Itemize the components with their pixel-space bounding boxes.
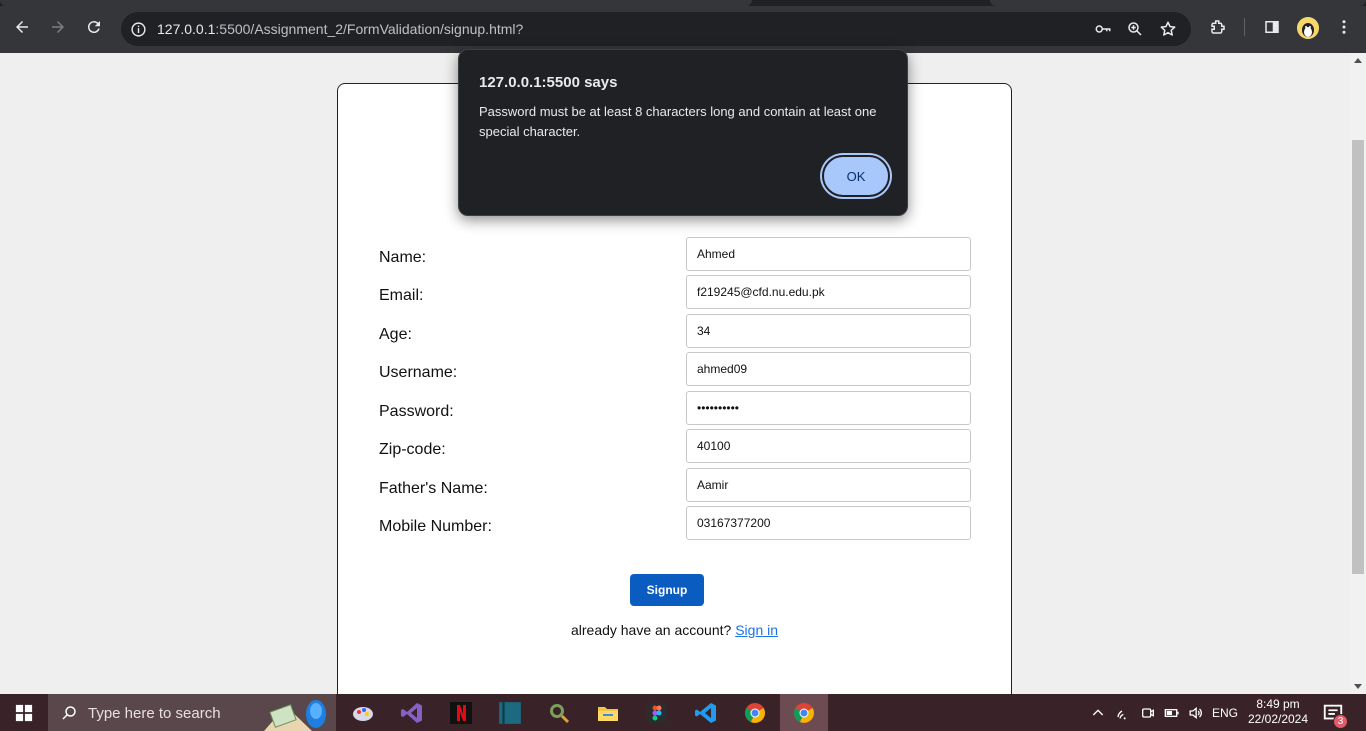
- windows-taskbar: Type here to search ENG 8:49 pm 22/02/20…: [0, 694, 1366, 731]
- url-host: 127.0.0.1: [157, 21, 216, 37]
- battery-tray[interactable]: [1163, 694, 1181, 731]
- tab-edge: [0, 0, 752, 6]
- taskbar-app-figma-icon[interactable]: [642, 698, 672, 728]
- form-row-mobile: Mobile Number:: [379, 506, 971, 540]
- system-tray: [1090, 694, 1106, 731]
- key-icon[interactable]: [1094, 20, 1112, 38]
- taskbar-clock[interactable]: 8:49 pm 22/02/2024: [1244, 697, 1312, 727]
- url-path: :5500/Assignment_2/FormValidation/signup…: [215, 21, 524, 37]
- side-panel-icon[interactable]: [1260, 15, 1284, 39]
- menu-icon[interactable]: [1332, 15, 1356, 39]
- clock-date: 22/02/2024: [1247, 712, 1309, 726]
- site-info-icon[interactable]: [129, 20, 147, 38]
- mobile-label: Mobile Number:: [379, 518, 492, 535]
- form-row-father-name: Father's Name:: [379, 468, 971, 502]
- language-tray[interactable]: ENG: [1212, 694, 1238, 731]
- alert-ok-button[interactable]: OK: [822, 155, 890, 197]
- password-label: Password:: [379, 403, 454, 420]
- search-placeholder: Type here to search: [88, 705, 221, 722]
- scroll-up-icon[interactable]: [1354, 58, 1362, 63]
- camera-icon: [1142, 707, 1154, 718]
- meet-now-tray[interactable]: [1140, 694, 1156, 731]
- forward-icon[interactable]: [46, 15, 70, 39]
- taskbar-app-paint-icon[interactable]: [348, 698, 378, 728]
- battery-icon: [1164, 708, 1179, 717]
- username-input[interactable]: [686, 352, 971, 386]
- reload-icon[interactable]: [82, 15, 106, 39]
- chevron-up-icon[interactable]: [1090, 705, 1106, 721]
- language-indicator: ENG: [1212, 705, 1239, 720]
- back-icon[interactable]: [10, 15, 34, 39]
- email-input[interactable]: [686, 275, 971, 309]
- windows-logo-icon: [15, 704, 33, 721]
- mobile-input[interactable]: [686, 506, 971, 540]
- age-input[interactable]: [686, 314, 971, 348]
- taskbar-app-file-explorer-icon[interactable]: [593, 698, 623, 728]
- scroll-down-icon[interactable]: [1354, 684, 1362, 689]
- zipcode-label: Zip-code:: [379, 441, 446, 458]
- page-scrollbar[interactable]: [1350, 53, 1366, 694]
- username-label: Username:: [379, 364, 458, 381]
- url-text[interactable]: 127.0.0.1:5500/Assignment_2/FormValidati…: [157, 21, 523, 37]
- form-row-username: Username:: [379, 352, 971, 386]
- name-label: Name:: [379, 249, 427, 266]
- taskbar-app-notebook-icon[interactable]: [495, 698, 525, 728]
- signin-prompt-text: already have an account?: [570, 622, 732, 638]
- form-row-zipcode: Zip-code:: [379, 429, 971, 463]
- search-highlight-illustration: [264, 700, 326, 731]
- browser-toolbar: 127.0.0.1:5500/Assignment_2/FormValidati…: [0, 0, 1366, 53]
- search-icon: [62, 706, 76, 720]
- zipcode-input[interactable]: [686, 429, 971, 463]
- password-input[interactable]: [686, 391, 971, 425]
- signup-button[interactable]: Signup: [630, 574, 704, 606]
- start-button[interactable]: [0, 694, 48, 731]
- form-row-password: Password:: [379, 391, 971, 425]
- taskbar-app-chrome-icon[interactable]: [740, 698, 770, 728]
- wifi-icon: [1117, 709, 1126, 719]
- star-icon[interactable]: [1159, 20, 1177, 38]
- taskbar-app-search-tool-icon[interactable]: [544, 698, 574, 728]
- taskbar-app-visual-studio-icon[interactable]: [397, 698, 427, 728]
- signin-link[interactable]: Sign in: [735, 622, 778, 638]
- father-name-label: Father's Name:: [379, 480, 488, 497]
- form-row-name: Name:: [379, 237, 971, 271]
- tab-edge: [990, 0, 1366, 6]
- age-label: Age:: [379, 326, 412, 343]
- taskbar-app-chrome-profile-icon[interactable]: [780, 694, 828, 731]
- scroll-thumb[interactable]: [1352, 140, 1364, 574]
- taskbar-search[interactable]: Type here to search: [48, 694, 336, 731]
- email-label: Email:: [379, 287, 424, 304]
- alert-dialog: 127.0.0.1:5500 says Password must be at …: [458, 49, 908, 216]
- profile-avatar[interactable]: [1297, 17, 1319, 39]
- signin-prompt: already have an account? Sign in: [338, 622, 1011, 638]
- name-input[interactable]: [686, 237, 971, 271]
- notification-badge: 3: [1333, 714, 1348, 729]
- form-row-age: Age:: [379, 314, 971, 348]
- taskbar-app-vscode-icon[interactable]: [691, 698, 721, 728]
- clock-time: 8:49 pm: [1256, 697, 1300, 711]
- form-row-email: Email:: [379, 275, 971, 309]
- volume-tray[interactable]: [1187, 694, 1204, 731]
- father-name-input[interactable]: [686, 468, 971, 502]
- zoom-icon[interactable]: [1126, 20, 1144, 38]
- alert-message: Password must be at least 8 characters l…: [479, 104, 877, 139]
- volume-icon: [1189, 706, 1202, 719]
- toolbar-divider: [1244, 18, 1245, 36]
- extensions-icon[interactable]: [1206, 15, 1230, 39]
- taskbar-app-netflix-icon[interactable]: [446, 698, 476, 728]
- alert-title: 127.0.0.1:5500 says: [479, 74, 618, 91]
- address-bar[interactable]: 127.0.0.1:5500/Assignment_2/FormValidati…: [121, 12, 1191, 46]
- network-tray[interactable]: [1116, 694, 1132, 731]
